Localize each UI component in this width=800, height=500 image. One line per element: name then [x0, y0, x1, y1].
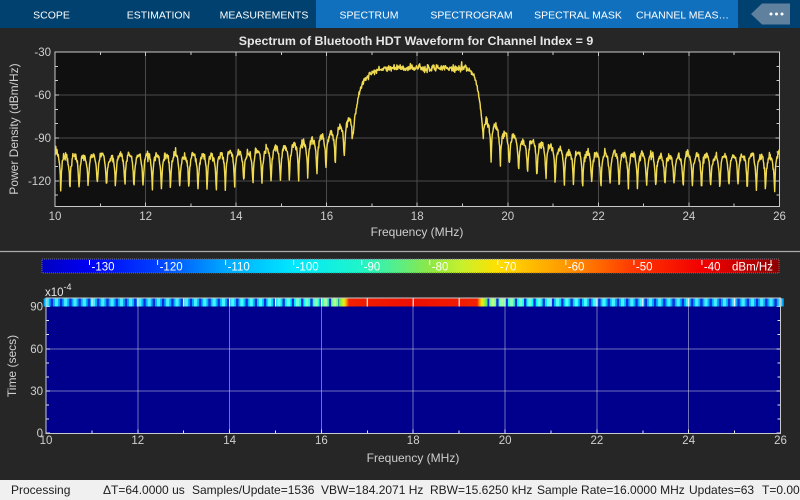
svg-text:Power Density (dBm/Hz): Power Density (dBm/Hz): [7, 63, 21, 194]
svg-text:-90: -90: [364, 262, 381, 274]
svg-text:-120: -120: [160, 262, 183, 274]
svg-text:0: 0: [37, 428, 43, 440]
svg-text:Spectrum of Bluetooth HDT Wave: Spectrum of Bluetooth HDT Waveform for C…: [239, 34, 594, 48]
svg-text:26: 26: [774, 435, 787, 447]
svg-text:Time (secs): Time (secs): [5, 335, 19, 397]
svg-text:-60: -60: [34, 90, 51, 102]
svg-text:ESTIMATION: ESTIMATION: [127, 10, 190, 22]
svg-text:SPECTRUM: SPECTRUM: [340, 10, 399, 22]
svg-text:ΔT=64.0000 us: ΔT=64.0000 us: [103, 483, 185, 497]
svg-text:16: 16: [315, 435, 328, 447]
svg-text:CHANNEL MEAS…: CHANNEL MEAS…: [636, 10, 729, 22]
svg-text:-100: -100: [296, 262, 319, 274]
svg-text:VBW=184.2071 Hz: VBW=184.2071 Hz: [321, 483, 423, 497]
svg-text:Frequency (MHz): Frequency (MHz): [367, 451, 460, 465]
svg-text:-60: -60: [568, 262, 585, 274]
svg-text:18: 18: [411, 211, 424, 223]
svg-text:-120: -120: [28, 176, 51, 188]
svg-text:SPECTRAL MASK: SPECTRAL MASK: [534, 10, 622, 22]
svg-text:22: 22: [591, 435, 604, 447]
svg-text:18: 18: [407, 435, 420, 447]
svg-text:12: 12: [131, 435, 144, 447]
svg-text:14: 14: [230, 211, 243, 223]
svg-text:-90: -90: [34, 133, 51, 145]
svg-text:SPECTROGRAM: SPECTROGRAM: [430, 10, 512, 22]
svg-text:26: 26: [773, 211, 786, 223]
svg-text:30: 30: [30, 386, 43, 398]
svg-text:dBm/Hz: dBm/Hz: [732, 262, 773, 274]
svg-text:-110: -110: [228, 262, 250, 274]
svg-text:10: 10: [49, 211, 62, 223]
svg-text:MEASUREMENTS: MEASUREMENTS: [220, 10, 309, 22]
svg-text:T=0.0080: T=0.0080: [762, 483, 800, 497]
svg-text:14: 14: [223, 435, 236, 447]
svg-text:-50: -50: [636, 262, 653, 274]
svg-text:Processing: Processing: [11, 483, 70, 497]
svg-text:20: 20: [501, 211, 514, 223]
svg-text:24: 24: [683, 211, 696, 223]
svg-text:Frequency (MHz): Frequency (MHz): [371, 225, 464, 239]
svg-text:RBW=15.6250 kHz: RBW=15.6250 kHz: [430, 483, 532, 497]
svg-text:Sample Rate=16.0000 MHz: Sample Rate=16.0000 MHz: [537, 483, 685, 497]
svg-text:12: 12: [139, 211, 152, 223]
svg-text:24: 24: [682, 435, 695, 447]
svg-text:20: 20: [499, 435, 512, 447]
svg-text:SCOPE: SCOPE: [33, 10, 70, 22]
svg-text:-130: -130: [92, 262, 115, 274]
svg-text:60: 60: [30, 344, 43, 356]
svg-text:Updates=63: Updates=63: [689, 483, 754, 497]
svg-text:90: 90: [30, 302, 43, 314]
svg-text:-70: -70: [500, 262, 517, 274]
svg-text:22: 22: [592, 211, 605, 223]
svg-text:Samples/Update=1536: Samples/Update=1536: [192, 483, 315, 497]
svg-text:-30: -30: [34, 47, 51, 59]
svg-text:-80: -80: [432, 262, 449, 274]
svg-text:16: 16: [320, 211, 333, 223]
svg-text:-40: -40: [704, 262, 721, 274]
